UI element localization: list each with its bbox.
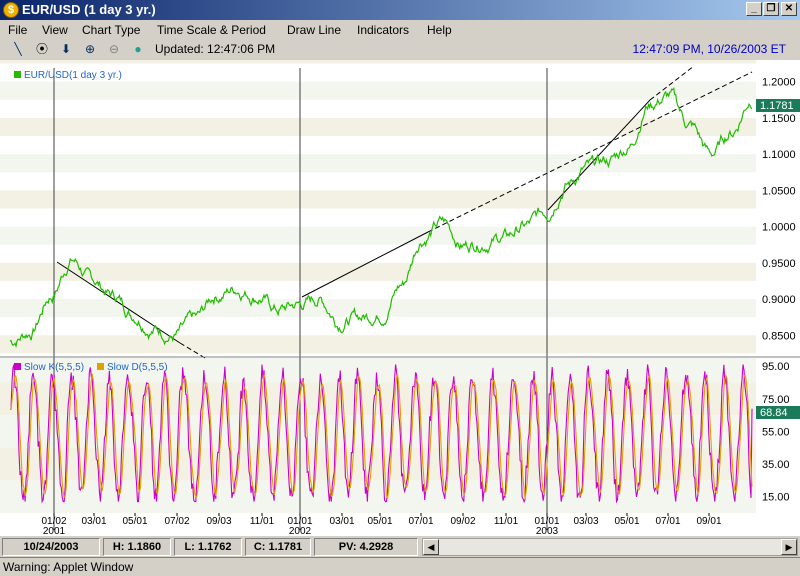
updated-time: Updated: 12:47:06 PM	[155, 42, 276, 56]
chart-svg[interactable]: 1.2000 1.1500 1.1000 1.0500 1.0000 0.9500 0.90…	[0, 60, 800, 537]
menu-time-scale[interactable]: Time Scale & Period	[157, 23, 266, 37]
minimize-button[interactable]: _	[746, 2, 762, 16]
title-bar: $ EUR/USD (1 day 3 yr.) _ ❐ ✕	[0, 0, 800, 20]
k-legend-swatch	[14, 363, 21, 370]
d-legend: Slow D(5,5,5)	[107, 362, 168, 373]
x-tick-label: 07/01	[408, 516, 433, 527]
scroll-left-icon[interactable]: ◀	[423, 539, 439, 555]
price-tick-label: 1.0000	[762, 222, 796, 234]
status-close: C: 1.1781	[245, 538, 311, 556]
pencil-icon[interactable]: ╲	[10, 41, 26, 57]
x-tick-label: 09/03	[206, 516, 231, 527]
x-tick-label: 05/01	[367, 516, 392, 527]
window-title: EUR/USD (1 day 3 yr.)	[22, 2, 156, 17]
stoch-tick-label: 15.00	[762, 492, 790, 504]
price-legend: EUR/USD(1 day 3 yr.)	[24, 70, 122, 81]
status-bar: 10/24/2003 H: 1.1860 L: 1.1762 C: 1.1781…	[0, 537, 800, 557]
x-year-label: 2001	[43, 526, 66, 536]
menu-draw-line[interactable]: Draw Line	[287, 23, 341, 37]
x-year-label: 2003	[536, 526, 559, 536]
target-icon[interactable]: ⦿	[34, 41, 50, 57]
stoch-tick-label: 55.00	[762, 426, 790, 438]
status-high: H: 1.1860	[103, 538, 171, 556]
x-tick-label: 03/01	[81, 516, 106, 527]
price-tick-label: 1.1000	[762, 149, 796, 161]
price-legend-swatch	[14, 71, 21, 78]
x-year-label: 2002	[289, 526, 312, 536]
down-arrow-icon[interactable]: ⬇	[58, 41, 74, 57]
x-tick-label: 09/01	[696, 516, 721, 527]
price-tick-label: 0.9000	[762, 294, 796, 306]
x-tick-label: 03/03	[573, 516, 598, 527]
x-tick-label: 03/01	[329, 516, 354, 527]
status-date: 10/24/2003	[2, 538, 100, 556]
price-band	[0, 262, 756, 281]
zoom-in-icon[interactable]: ⊕	[82, 41, 98, 57]
x-tick-label: 11/01	[250, 516, 275, 527]
stoch-last-value: 68.84	[760, 407, 788, 419]
applet-warning: Warning: Applet Window	[0, 557, 800, 576]
x-tick-label: 11/01	[494, 516, 519, 527]
applet-warning-text: Warning: Applet Window	[3, 560, 134, 574]
menu-bar: File View Chart Type Time Scale & Period…	[0, 20, 800, 40]
k-legend: Slow K(5,5,5)	[24, 362, 84, 373]
price-band	[0, 190, 756, 209]
price-tick-label: 0.8500	[762, 330, 796, 342]
x-tick-label: 05/01	[614, 516, 639, 527]
price-band	[0, 154, 756, 173]
price-band	[0, 81, 756, 100]
price-band	[0, 335, 756, 354]
app-icon: $	[3, 2, 19, 18]
x-tick-label: 07/02	[164, 516, 189, 527]
menu-chart-type[interactable]: Chart Type	[82, 23, 140, 37]
menu-help[interactable]: Help	[427, 23, 452, 37]
x-tick-label: 09/02	[450, 516, 475, 527]
price-tick-label: 1.2000	[762, 77, 796, 89]
price-tick-label: 1.0500	[762, 185, 796, 197]
d-legend-swatch	[97, 363, 104, 370]
price-band	[0, 226, 756, 245]
price-tick-label: 1.1500	[762, 113, 796, 125]
x-tick-label: 07/01	[655, 516, 680, 527]
toolbar: ╲ ⦿ ⬇ ⊕ ⊖ ● Updated: 12:47:06 PM 12:47:0…	[0, 40, 800, 58]
clock: 12:47:09 PM, 10/26/2003 ET	[632, 42, 786, 56]
chart-area[interactable]: 1.2000 1.1500 1.1000 1.0500 1.0000 0.9500 0.90…	[0, 60, 800, 537]
color-ball-icon[interactable]: ●	[130, 41, 146, 57]
price-tick-label: 0.9500	[762, 258, 796, 270]
menu-indicators[interactable]: Indicators	[357, 23, 409, 37]
status-pv: PV: 4.2928	[314, 538, 418, 556]
scroll-right-icon[interactable]: ▶	[781, 539, 797, 555]
stoch-tick-label: 35.00	[762, 459, 790, 471]
stoch-tick-label: 75.00	[762, 394, 790, 406]
maximize-button[interactable]: ❐	[763, 2, 779, 16]
menu-file[interactable]: File	[8, 23, 27, 37]
stoch-tick-label: 95.00	[762, 361, 790, 373]
price-last-value: 1.1781	[760, 100, 794, 112]
menu-view[interactable]: View	[42, 23, 68, 37]
horizontal-scrollbar[interactable]: ◀ ▶	[422, 538, 798, 556]
close-button[interactable]: ✕	[781, 2, 797, 16]
stoch-band	[0, 480, 756, 513]
zoom-out-icon[interactable]: ⊖	[106, 41, 122, 57]
price-band	[0, 60, 756, 64]
x-tick-label: 05/01	[122, 516, 147, 527]
status-low: L: 1.1762	[174, 538, 242, 556]
price-band	[0, 299, 756, 318]
